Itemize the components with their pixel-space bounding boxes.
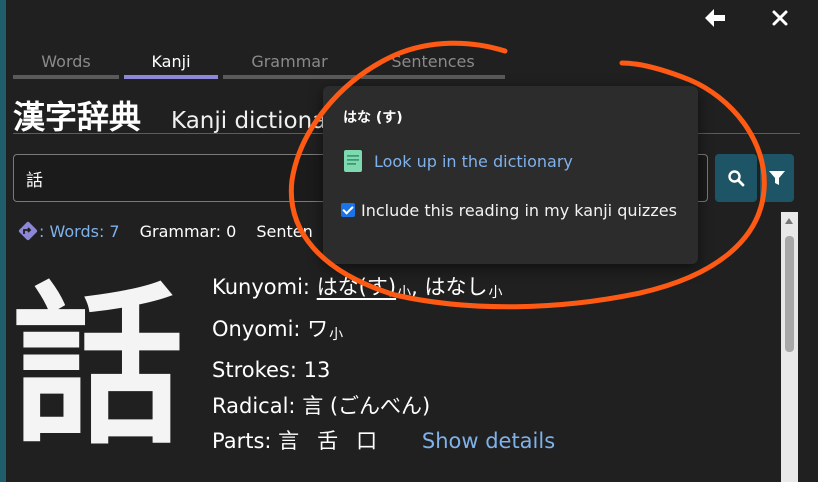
lookup-dictionary-item[interactable]: Look up in the dictionary — [343, 149, 573, 173]
kanji-character: 話 — [12, 267, 184, 468]
include-reading-label: Include this reading in my kanji quizzes — [361, 201, 677, 220]
redirect-diamond-icon — [18, 221, 38, 241]
scrollbar-thumb[interactable] — [785, 236, 794, 352]
parts-label: Parts: — [212, 429, 272, 453]
radical-value: 言 (ごんべん) — [302, 393, 431, 418]
window-edge — [0, 0, 6, 482]
words-count-link[interactable]: : Words: 7 — [39, 222, 120, 241]
book-icon — [344, 150, 362, 172]
part-item[interactable]: 舌 — [317, 429, 338, 453]
grade-tag: 小 — [488, 285, 503, 301]
part-item[interactable]: 口 — [356, 429, 377, 453]
tab-grammar[interactable]: Grammar — [223, 50, 356, 79]
result-counts: : Words: 7 Grammar: 0 Senten — [17, 220, 313, 242]
sentences-count[interactable]: Senten — [256, 222, 312, 241]
close-icon — [772, 10, 788, 26]
kunyomi-row: Kunyomi: はな(す)小, はなし小 — [212, 270, 555, 312]
page-title: 漢字辞典 Kanji dictionary — [13, 92, 349, 138]
close-button[interactable] — [765, 4, 795, 32]
kunyomi-reading-hanasu[interactable]: はな(す) — [317, 275, 396, 299]
tab-sentences[interactable]: Sentences — [361, 50, 505, 79]
scrollbar[interactable] — [781, 212, 798, 482]
kanji-details: Kunyomi: はな(す)小, はなし小 Onyomi: ワ小 Strokes… — [212, 270, 555, 460]
lookup-dictionary-label: Look up in the dictionary — [374, 151, 573, 171]
tab-kanji[interactable]: Kanji — [124, 50, 218, 79]
arrow-left-icon — [705, 9, 725, 27]
search-button[interactable] — [715, 154, 757, 202]
page-title-japanese: 漢字辞典 — [13, 98, 142, 136]
grade-tag: 小 — [397, 285, 412, 301]
search-icon — [728, 170, 745, 187]
kunyomi-reading-hanashi[interactable]: はなし — [424, 275, 487, 299]
onyomi-label: Onyomi: — [212, 316, 301, 341]
onyomi-row: Onyomi: ワ小 — [212, 312, 555, 354]
tab-words[interactable]: Words — [13, 50, 119, 79]
tab-bar: Words Kanji Grammar Sentences — [13, 50, 510, 79]
filter-button[interactable] — [760, 154, 794, 202]
radical-label: Radical: — [212, 393, 296, 418]
parts-row: Parts: 言舌口 Show details — [212, 424, 555, 460]
scroll-up-arrow-icon[interactable] — [785, 218, 793, 224]
show-details-link[interactable]: Show details — [422, 429, 555, 453]
include-reading-option[interactable]: Include this reading in my kanji quizzes — [341, 199, 681, 223]
filter-icon — [769, 171, 785, 185]
grade-tag: 小 — [329, 326, 344, 343]
onyomi-reading-wa[interactable]: ワ — [307, 317, 328, 341]
grammar-count[interactable]: Grammar: 0 — [140, 222, 237, 241]
popup-heading: はな (す) — [343, 110, 403, 126]
include-reading-checkbox[interactable] — [341, 203, 355, 217]
strokes-row: Strokes: 13 — [212, 358, 331, 382]
radical-row: Radical: 言 (ごんべん) — [212, 389, 555, 425]
reading-separator: , — [411, 275, 418, 299]
back-button[interactable] — [700, 4, 730, 32]
kunyomi-label: Kunyomi: — [212, 275, 310, 299]
part-item[interactable]: 言 — [278, 429, 299, 453]
reading-context-menu: はな (す) Look up in the dictionary Include… — [323, 86, 698, 264]
